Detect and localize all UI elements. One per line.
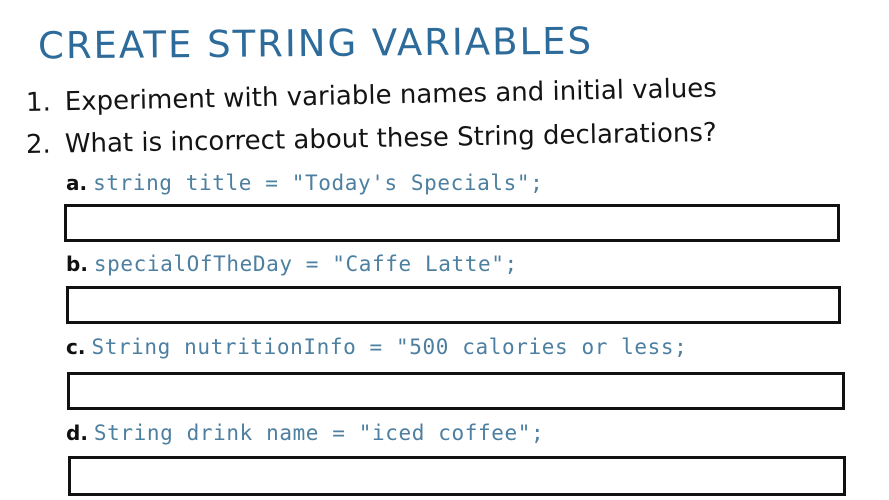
answer-box-d[interactable] (68, 456, 846, 496)
code-snippet: specialOfTheDay = "Caffe Latte"; (93, 252, 518, 276)
instruction-number: 2. (25, 129, 52, 160)
code-snippet: String nutritionInfo = "500 calories or … (91, 335, 688, 359)
instruction-text: Experiment with variable names and initi… (64, 73, 718, 118)
code-snippet: string title = "Today's Specials"; (93, 171, 544, 195)
question-a: a. string title = "Today's Specials"; (66, 171, 543, 195)
question-c: c. String nutritionInfo = "500 calories … (66, 335, 687, 359)
question-letter: a. (66, 171, 88, 195)
page-title: CREATE STRING VARIABLES (37, 19, 594, 68)
question-d: d. String drink name = "iced coffee"; (66, 421, 544, 445)
question-letter: d. (66, 421, 88, 445)
question-letter: b. (66, 252, 88, 276)
instruction-text: What is incorrect about these String dec… (64, 117, 717, 160)
answer-box-a[interactable] (64, 204, 840, 242)
question-b: b. specialOfTheDay = "Caffe Latte"; (66, 252, 518, 276)
code-snippet: String drink name = "iced coffee"; (93, 421, 545, 445)
instruction-1: 1. Experiment with variable names and ini… (26, 74, 717, 118)
question-letter: c. (66, 335, 86, 359)
answer-box-c[interactable] (67, 372, 845, 410)
instruction-2: 2. What is incorrect about these String d… (26, 118, 717, 160)
instruction-number: 1. (25, 87, 52, 118)
answer-box-b[interactable] (66, 286, 841, 324)
